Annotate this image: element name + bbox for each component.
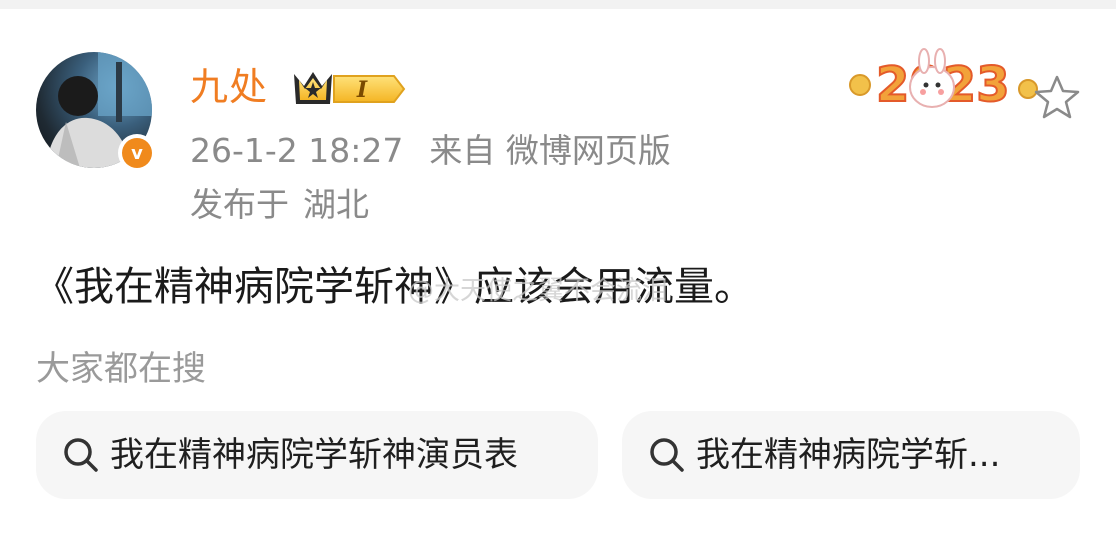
verified-v-icon: v — [122, 138, 152, 168]
verified-badge: v — [118, 134, 156, 172]
rabbit-2023-decoration: 2023 — [849, 48, 1038, 114]
hot-search-chip[interactable]: 我在精神病院学斩... — [622, 411, 1080, 499]
user-avatar[interactable]: v — [36, 52, 158, 174]
hot-search-chip[interactable]: 我在精神病院学斩神演员表 — [36, 411, 598, 499]
post-time: 26-1-2 18:27 — [190, 131, 404, 170]
search-icon — [64, 438, 98, 472]
star-icon[interactable] — [1032, 73, 1082, 123]
location-name[interactable]: 湖北 — [303, 185, 369, 224]
level-text: I — [356, 77, 368, 103]
top-divider-bar — [0, 0, 1116, 9]
hot-search-label: 我在精神病院学斩神演员表 — [110, 435, 518, 475]
weibo-post-card: v 九处 I 26-1-2 18:27 来自 微博网页版 发布于湖北 2023 — [0, 9, 1116, 557]
hot-search-label: 我在精神病院学斩... — [696, 435, 1001, 475]
location-prefix: 发布于 — [190, 185, 289, 224]
hot-search-title: 大家都在搜 — [36, 349, 206, 389]
post-meta: 26-1-2 18:27 来自 微博网页版 — [190, 127, 671, 175]
username[interactable]: 九处 — [190, 64, 268, 110]
watermark: @大天使之翼不会流泪 — [408, 276, 669, 306]
post-location: 发布于 湖北 — [190, 181, 369, 229]
search-icon — [650, 438, 684, 472]
crown-level-icon[interactable]: I — [290, 68, 408, 110]
post-source[interactable]: 来自 微博网页版 — [429, 131, 671, 170]
